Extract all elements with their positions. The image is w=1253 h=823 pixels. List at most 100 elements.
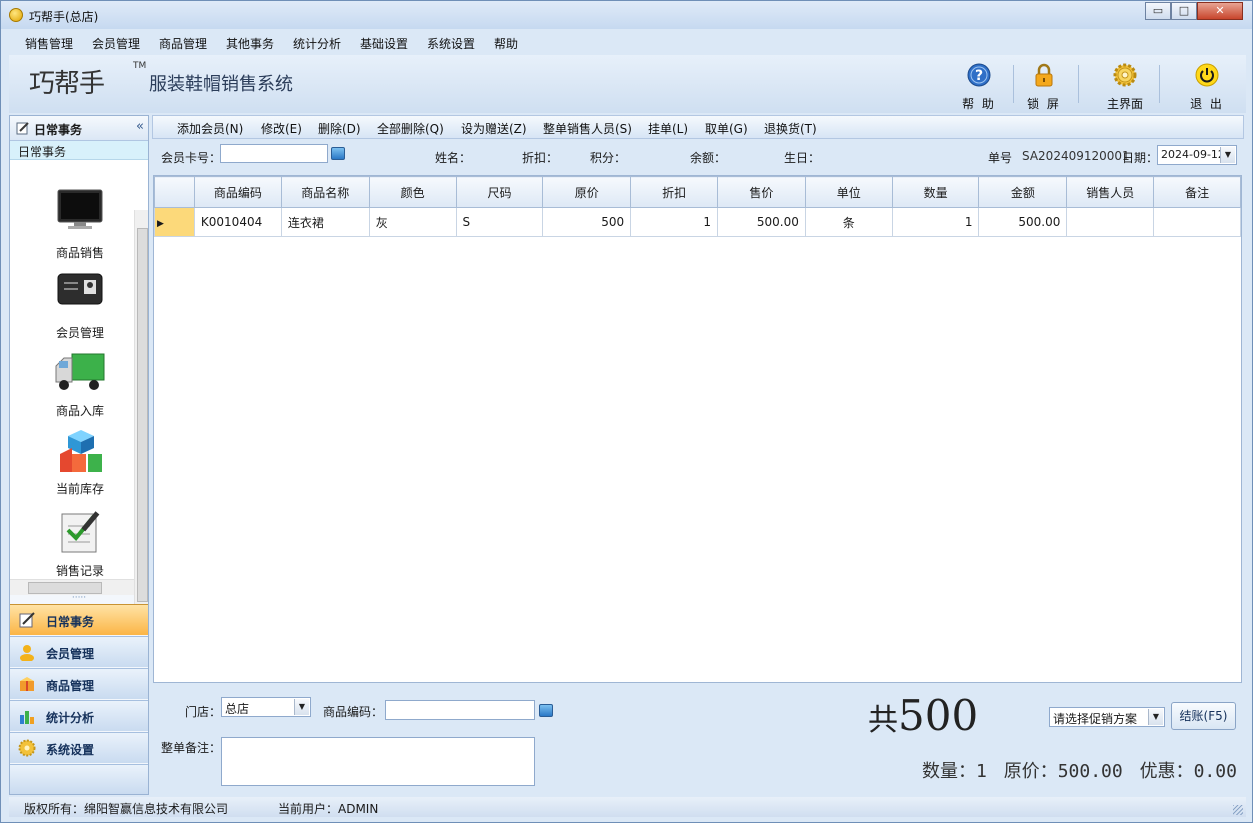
minimize-button[interactable]: ▭ — [1145, 2, 1171, 20]
column-header[interactable]: 金额 — [978, 176, 1068, 208]
retrieve-order-button[interactable]: 取单(G) — [705, 120, 748, 137]
nav-member-management[interactable]: 会员管理 — [10, 636, 148, 667]
app-logo-icon — [9, 8, 23, 22]
shortcut-product-sales[interactable]: 商品销售 — [20, 188, 140, 260]
cell-salesperson[interactable] — [1066, 207, 1155, 237]
add-member-button[interactable]: 添加会员(N) — [177, 120, 243, 137]
resize-grip-icon[interactable] — [1233, 805, 1243, 815]
birthday-label: 生日： — [784, 151, 821, 165]
return-exchange-button[interactable]: 退换货(T) — [764, 120, 817, 137]
cell-amount[interactable]: 500.00 — [978, 207, 1068, 237]
column-header[interactable]: 商品名称 — [280, 176, 370, 208]
column-header[interactable]: 销售人员 — [1066, 176, 1155, 208]
nav-label: 日常事务 — [46, 615, 95, 629]
status-bar: 版权所有：绵阳智赢信息技术有限公司 当前用户：ADMIN — [9, 797, 1246, 817]
nav-overflow[interactable] — [10, 764, 148, 794]
column-header[interactable]: 备注 — [1153, 176, 1241, 208]
checklist-icon — [61, 511, 100, 553]
card-no-input[interactable] — [220, 144, 328, 163]
menu-other[interactable]: 其他事务 — [226, 35, 274, 52]
help-button[interactable]: ? 帮 助 — [951, 59, 1007, 111]
nav-label: 系统设置 — [46, 743, 95, 757]
cell-discount[interactable]: 1 — [630, 207, 718, 237]
set-gift-button[interactable]: 设为赠送(Z) — [461, 120, 527, 137]
cell-sale-price[interactable]: 500.00 — [716, 207, 806, 237]
menu-help[interactable]: 帮助 — [494, 35, 518, 52]
collapse-button[interactable]: « — [136, 119, 144, 134]
scroll-thumb[interactable] — [28, 582, 102, 594]
delete-all-button[interactable]: 全部删除(Q) — [377, 120, 444, 137]
column-header[interactable]: 尺码 — [455, 176, 544, 208]
splitter-grip[interactable]: ····· — [10, 594, 148, 604]
chevron-down-icon[interactable]: ▼ — [294, 699, 309, 715]
shortcut-vertical-scrollbar[interactable] — [134, 210, 148, 618]
nav-system-settings[interactable]: 系统设置 — [10, 732, 148, 763]
cell-product-code[interactable]: K0010404 — [193, 207, 282, 237]
shortcut-current-stock[interactable]: 当前库存 — [20, 428, 140, 498]
app-window: 巧帮手(总店) ▭ □ ✕ 销售管理 会员管理 商品管理 其他事务 统计分析 基… — [0, 0, 1253, 823]
row-selector[interactable]: ▶ — [154, 207, 195, 237]
shortcut-sales-records[interactable]: 销售记录 — [20, 508, 140, 580]
menu-products[interactable]: 商品管理 — [159, 35, 207, 52]
grid-header-row: 商品编码 商品名称 颜色 尺码 原价 折扣 售价 单位 数量 金额 销售人员 备… — [154, 176, 1241, 208]
column-header[interactable]: 颜色 — [368, 176, 457, 208]
nav-daily-affairs[interactable]: 日常事务 — [10, 604, 148, 635]
cell-product-name[interactable]: 连衣裙 — [280, 207, 370, 237]
column-header[interactable]: 商品编码 — [193, 176, 282, 208]
menu-basic-settings[interactable]: 基础设置 — [360, 35, 408, 52]
code-label: 商品编码： — [323, 705, 384, 719]
sales-grid: 商品编码 商品名称 颜色 尺码 原价 折扣 售价 单位 数量 金额 销售人员 备… — [153, 175, 1242, 683]
menu-statistics[interactable]: 统计分析 — [293, 35, 341, 52]
main-interface-button[interactable]: 主界面 — [1097, 59, 1153, 111]
store-select[interactable]: 总店 ▼ — [221, 697, 311, 717]
column-header[interactable]: 数量 — [891, 176, 980, 208]
cell-color[interactable]: 灰 — [368, 207, 457, 237]
shortcut-label: 当前库存 — [55, 482, 104, 496]
order-no-label: 单号 — [988, 151, 1013, 165]
hold-order-button[interactable]: 挂单(L) — [648, 120, 688, 137]
search-icon[interactable] — [331, 147, 345, 160]
cell-remark[interactable] — [1153, 207, 1241, 237]
cell-unit[interactable]: 条 — [804, 207, 893, 237]
cell-original-price[interactable]: 500 — [542, 207, 632, 237]
menu-members[interactable]: 会员管理 — [92, 35, 140, 52]
table-row[interactable]: ▶ K0010404 连衣裙 灰 S 500 1 500.00 条 1 500.… — [154, 207, 1241, 237]
column-header[interactable]: 折扣 — [630, 176, 718, 208]
power-icon — [1195, 63, 1219, 87]
shortcut-stock-in[interactable]: 商品入库 — [20, 350, 140, 420]
search-icon[interactable] — [539, 704, 553, 717]
date-picker[interactable]: 2024-09-12 ▼ — [1157, 145, 1237, 165]
nav-product-management[interactable]: 商品管理 — [10, 668, 148, 699]
chevron-down-icon[interactable]: ▼ — [1220, 147, 1235, 163]
nav-label: 商品管理 — [46, 679, 95, 693]
menu-system-settings[interactable]: 系统设置 — [427, 35, 475, 52]
store-value: 总店 — [225, 702, 250, 716]
delete-button[interactable]: 删除(D) — [318, 120, 361, 137]
left-panel-subheader: 日常事务 — [10, 141, 148, 160]
maximize-button[interactable]: □ — [1171, 2, 1197, 20]
scroll-thumb[interactable] — [137, 228, 148, 602]
nav-label: 统计分析 — [46, 711, 95, 725]
column-header[interactable]: 售价 — [716, 176, 806, 208]
shortcut-label: 会员管理 — [55, 326, 104, 340]
column-header[interactable]: 原价 — [542, 176, 632, 208]
balance-label: 余额： — [690, 151, 727, 165]
column-header[interactable]: 单位 — [804, 176, 893, 208]
close-button[interactable]: ✕ — [1197, 2, 1243, 20]
remark-textarea[interactable] — [221, 737, 535, 786]
promotion-select[interactable]: 请选择促销方案 ▼ — [1049, 707, 1165, 727]
cell-size[interactable]: S — [455, 207, 544, 237]
discount-total-label: 优惠： — [1139, 761, 1194, 782]
nav-statistics[interactable]: 统计分析 — [10, 700, 148, 731]
edit-button[interactable]: 修改(E) — [261, 120, 302, 137]
shortcut-member-management[interactable]: 会员管理 — [20, 272, 140, 340]
chevron-down-icon[interactable]: ▼ — [1148, 709, 1163, 725]
lock-screen-button[interactable]: 锁 屏 — [1016, 59, 1072, 111]
date-label: 日期： — [1122, 151, 1159, 165]
cell-quantity[interactable]: 1 — [891, 207, 980, 237]
order-salesperson-button[interactable]: 整单销售人员(S) — [543, 120, 632, 137]
exit-button[interactable]: 退 出 — [1179, 59, 1235, 111]
menu-sales[interactable]: 销售管理 — [25, 35, 73, 52]
product-code-input[interactable] — [385, 700, 535, 720]
checkout-button[interactable]: 结账(F5) — [1171, 702, 1236, 730]
